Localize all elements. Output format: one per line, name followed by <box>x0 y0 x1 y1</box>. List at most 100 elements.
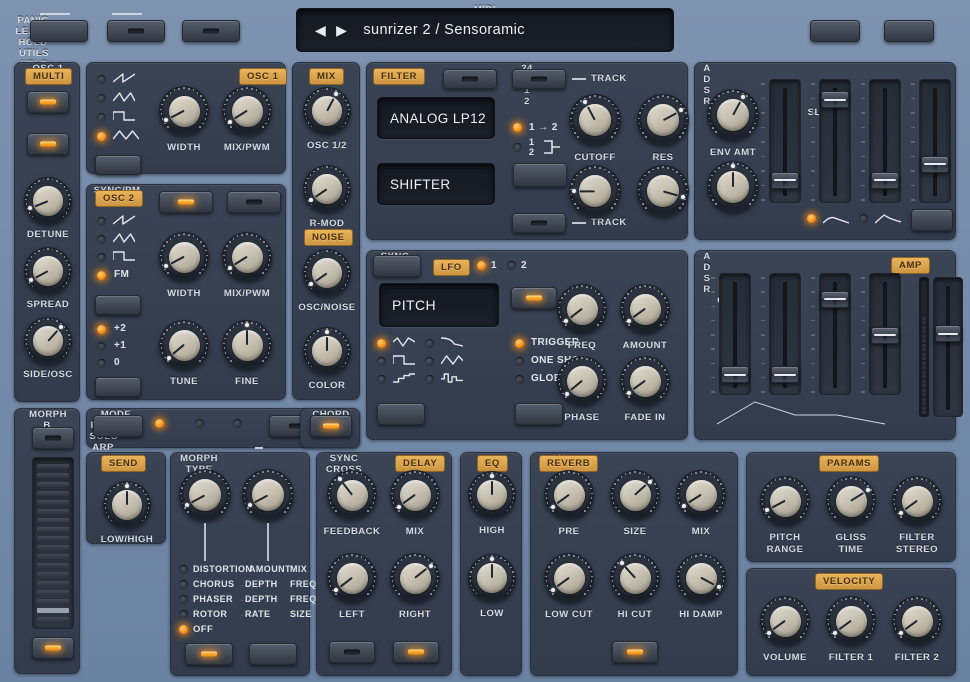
amp-slider-A[interactable] <box>719 273 751 395</box>
osc1-wave-led-0[interactable] <box>97 75 106 84</box>
delay-knob-feedback[interactable]: FEEDBACK <box>327 470 377 520</box>
osc2-sync-pm-button[interactable] <box>159 191 213 213</box>
send-knob-low-high[interactable]: LOW/HIGH <box>103 481 151 529</box>
amp-slider-A-handle[interactable] <box>721 366 749 383</box>
lfo-wave-left-led-1[interactable] <box>377 357 386 366</box>
noise-knob-color[interactable]: COLOR <box>303 327 351 375</box>
filter-knob-cutoff-2[interactable] <box>569 165 621 217</box>
filter-route-led-0[interactable] <box>513 123 522 132</box>
reverb-knob-hi-cut[interactable]: HI CUT <box>610 553 660 603</box>
osc2-knob-fine[interactable]: FINE <box>222 320 272 370</box>
lfo-wave-right-led-2[interactable] <box>425 375 434 384</box>
amp-slider-S[interactable] <box>819 273 851 395</box>
params-knob-filter-stereo[interactable]: FILTERSTEREO <box>892 476 942 526</box>
filter-track2-button[interactable] <box>512 213 566 233</box>
eq-knob-low[interactable]: LOW <box>468 554 516 602</box>
multi-osc1-button[interactable] <box>27 91 69 113</box>
osc2-knob-mix-pwm[interactable]: MIX/PWM <box>222 232 272 282</box>
reverb-knob-mix[interactable]: MIX <box>676 470 726 520</box>
fx-type-button[interactable] <box>249 643 297 665</box>
osc1-knob-width[interactable]: WIDTH <box>159 86 209 136</box>
velocity-knob-volume[interactable]: VOLUME <box>760 596 810 646</box>
reverb-knob-low-cut[interactable]: LOW CUT <box>544 553 594 603</box>
fx-led-off[interactable] <box>179 625 188 634</box>
fx-knob-1[interactable] <box>179 469 231 521</box>
lfo-wave-ramp-down[interactable] <box>441 336 463 348</box>
multi-knob-detune[interactable]: DETUNE <box>24 177 72 225</box>
filter-env-slider-A-handle[interactable] <box>771 172 799 189</box>
header-button-learn[interactable] <box>107 20 165 42</box>
delay-knob-left[interactable]: LEFT <box>327 553 377 603</box>
lfo-wave-random[interactable] <box>441 372 463 384</box>
osc2-wave-led-1[interactable] <box>97 235 106 244</box>
osc1-wave-square[interactable] <box>113 110 135 122</box>
fx-led-2[interactable] <box>179 595 188 604</box>
morph-a-button[interactable] <box>32 637 74 659</box>
header-button-panic[interactable] <box>30 20 88 42</box>
lfo-knob-freq[interactable]: FREQ <box>557 284 607 334</box>
osc1-wave-tri-saw[interactable] <box>113 91 135 103</box>
multi-knob-side-osc[interactable]: SIDE/OSC <box>24 317 72 365</box>
lfo-select-led-2[interactable] <box>507 261 516 270</box>
fx-led-3[interactable] <box>179 610 188 619</box>
osc1-wave-double-tri[interactable] <box>113 129 139 141</box>
lfo-mode-led-1[interactable] <box>515 357 524 366</box>
mix-knob-osc12[interactable]: OSC 1/2 <box>303 87 351 135</box>
eq-knob-high[interactable]: HIGH <box>468 471 516 519</box>
osc1-wave-led-1[interactable] <box>97 94 106 103</box>
amp-gain-slider-handle[interactable] <box>935 325 961 342</box>
lfo-knob-fade-in[interactable]: FADE IN <box>620 356 670 406</box>
header-button-hold[interactable] <box>182 20 240 42</box>
osc1-knob-mix-pwm[interactable]: MIX/PWM <box>222 86 272 136</box>
delay-cross-button[interactable] <box>393 641 439 663</box>
chord-button[interactable] <box>310 415 352 437</box>
morph-slider-handle[interactable] <box>37 608 69 613</box>
multi-knob-spread[interactable]: SPREAD <box>24 247 72 295</box>
velocity-knob-filter-2[interactable]: FILTER 2 <box>892 596 942 646</box>
lfo-wave-left-led-2[interactable] <box>377 375 386 384</box>
lfo-extra-button-3[interactable] <box>515 403 563 425</box>
params-knob-pitch-range[interactable]: PITCHRANGE <box>760 476 810 526</box>
amp-slider-R[interactable] <box>869 273 901 395</box>
voice-solo-led[interactable] <box>195 419 204 428</box>
morph-slider[interactable] <box>32 457 74 629</box>
osc2-wave-led-2[interactable] <box>97 253 106 262</box>
osc1-wave-saw[interactable] <box>113 72 135 84</box>
filter-env-slope-icon-0[interactable] <box>823 213 849 225</box>
osc2-wave-tri-saw[interactable] <box>113 232 135 244</box>
filter-knob-res-2[interactable] <box>637 165 689 217</box>
filter-route-button[interactable] <box>513 163 567 187</box>
help-button[interactable] <box>884 20 934 42</box>
osc2-octave-led-2[interactable] <box>97 359 106 368</box>
osc2-wave-led-3[interactable] <box>97 271 106 280</box>
lfo-mode-led-0[interactable] <box>515 339 524 348</box>
mix-knob-rmod[interactable]: R-MOD <box>303 165 351 213</box>
lfo-wave-left-led-0[interactable] <box>377 339 386 348</box>
lfo-wave-right-led-1[interactable] <box>425 357 434 366</box>
voice-poly-led[interactable] <box>155 419 164 428</box>
voice-arp-led[interactable] <box>233 419 242 428</box>
filter-env-slider-S-handle[interactable] <box>871 172 899 189</box>
filter-slope-button[interactable] <box>443 69 497 89</box>
filter-env-slope-icon-1[interactable] <box>875 213 901 225</box>
lfo-wave-square[interactable] <box>393 354 415 366</box>
filter-route-led-1[interactable] <box>513 143 522 152</box>
osc2-knob-tune[interactable]: TUNE <box>159 320 209 370</box>
velocity-knob-filter-1[interactable]: FILTER 1 <box>826 596 876 646</box>
filter-env-amt-knob[interactable]: ENV AMT <box>707 89 759 141</box>
amp-slider-R-handle[interactable] <box>871 327 899 344</box>
morph-b-button[interactable] <box>32 427 74 449</box>
filter-env-slider-R-handle[interactable] <box>921 156 949 173</box>
filter2-display[interactable]: SHIFTER <box>377 163 495 205</box>
osc1-extra-button[interactable] <box>95 155 141 175</box>
filter-env-slider-S[interactable] <box>869 79 901 203</box>
prev-preset-button[interactable]: ◀ <box>315 22 326 39</box>
filter-env-slider-R[interactable] <box>919 79 951 203</box>
lfo-extra-button-2[interactable] <box>377 403 425 425</box>
params-knob-gliss-time[interactable]: GLISSTIME <box>826 476 876 526</box>
reverb-knob-size[interactable]: SIZE <box>610 470 660 520</box>
filter-knob-cutoff[interactable]: CUTOFF <box>569 94 621 146</box>
amp-slider-D[interactable] <box>769 273 801 395</box>
filter-env-slider-D-handle[interactable] <box>821 91 849 108</box>
osc2-octave-led-1[interactable] <box>97 342 106 351</box>
